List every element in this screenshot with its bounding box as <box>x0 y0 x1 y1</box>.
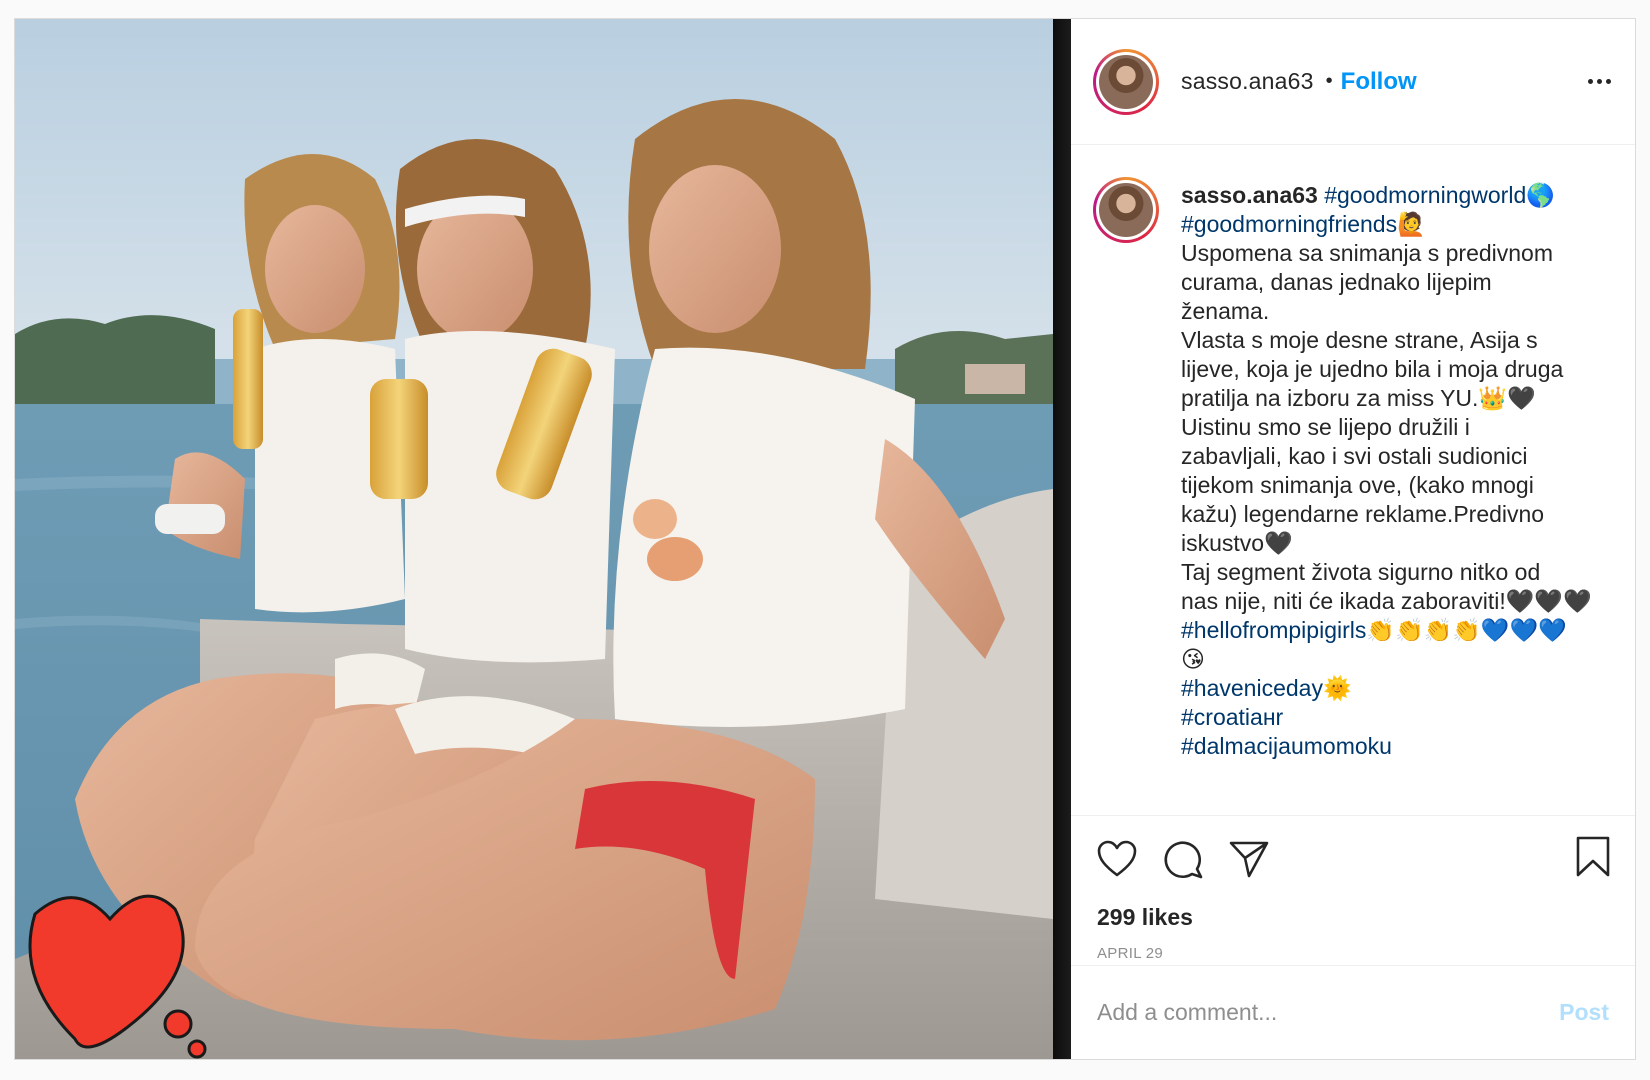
paper-plane-icon[interactable] <box>1229 837 1295 881</box>
post-date: APRIL 29 <box>1097 945 1164 962</box>
hashtag-link[interactable]: #goodmorningfriends🙋 <box>1181 211 1426 237</box>
caption-line: Uistinu smo se lijepo družili i <box>1181 413 1601 442</box>
caption-segment: pratilja na izboru za miss YU.👑🖤 <box>1181 385 1536 411</box>
caption-line: #haveniceday🌞 <box>1181 674 1601 703</box>
caption-segment: 😘 <box>1181 646 1205 672</box>
post-header: sasso.ana63 • Follow <box>1071 19 1635 145</box>
header-separator: • <box>1325 70 1333 92</box>
caption-line: #goodmorningfriends🙋 <box>1181 210 1601 239</box>
bookmark-icon[interactable] <box>1575 836 1611 883</box>
comments-area[interactable]: sasso.ana63 #goodmorningworld🌎 #goodmorni… <box>1071 145 1635 815</box>
caption-segment: kažu) legendarne reklame.Predivno <box>1181 501 1545 527</box>
more-options-icon[interactable] <box>1588 69 1611 94</box>
caption-line: ženama. <box>1181 297 1601 326</box>
avatar-ring <box>1096 180 1156 240</box>
hashtag-link[interactable]: #hellofrompipigirls <box>1181 617 1366 643</box>
more-dot <box>1588 79 1593 84</box>
follow-button[interactable]: Follow <box>1341 68 1417 96</box>
caption-segment: curama, danas jednako lijepim <box>1181 269 1492 295</box>
more-dot <box>1606 79 1611 84</box>
instagram-post: sasso.ana63 • Follow sasso.ana63 #goodmo… <box>14 18 1636 1060</box>
caption-line: tijekom snimanja ove, (kako mnogi <box>1181 471 1601 500</box>
comment-input[interactable] <box>1097 999 1560 1026</box>
caption-segment: tijekom snimanja ove, (kako mnogi <box>1181 472 1534 498</box>
likes-count[interactable]: 299 likes <box>1097 904 1611 931</box>
header-username[interactable]: sasso.ana63 <box>1181 68 1314 95</box>
caption: sasso.ana63 #goodmorningworld🌎 #goodmorni… <box>1093 177 1611 761</box>
caption-segment: Uistinu smo se lijepo družili i <box>1181 414 1470 440</box>
caption-text: sasso.ana63 #goodmorningworld🌎 #goodmorni… <box>1181 181 1601 761</box>
avatar-image <box>1099 183 1153 237</box>
post-side-panel: sasso.ana63 • Follow sasso.ana63 #goodmo… <box>1071 19 1635 1059</box>
action-bar: 299 likes APRIL 29 <box>1071 815 1635 965</box>
caption-segment: 👏👏👏👏💙💙💙 <box>1366 617 1567 643</box>
caption-line: pratilja na izboru za miss YU.👑🖤 <box>1181 384 1601 413</box>
avatar[interactable] <box>1093 48 1159 115</box>
caption-segment: Vlasta s moje desne strane, Asija s <box>1181 327 1538 353</box>
caption-segment: Taj segment života sigurno nitko od <box>1181 559 1541 585</box>
hashtag-link[interactable]: #croatiaнr <box>1181 704 1283 730</box>
hashtag-link[interactable]: #dalmacijaumomoku <box>1181 733 1392 759</box>
more-dot <box>1597 79 1602 84</box>
post-photo[interactable] <box>15 19 1053 1059</box>
caption-line: lijeve, koja je ujedno bila i moja druga <box>1181 355 1601 384</box>
caption-segment: iskustvo🖤 <box>1181 530 1293 556</box>
comment-bubble-icon[interactable] <box>1163 837 1229 881</box>
caption-line: #dalmacijaumomoku <box>1181 732 1601 761</box>
avatar-image <box>1099 54 1153 109</box>
caption-segment: lijeve, koja je ujedno bila i moja druga <box>1181 356 1564 382</box>
caption-segment: ženama. <box>1181 298 1270 324</box>
caption-line: #croatiaнr <box>1181 703 1601 732</box>
caption-line: 😘 <box>1181 645 1601 674</box>
caption-line: #hellofrompipigirls👏👏👏👏💙💙💙 <box>1181 616 1601 645</box>
caption-segment: nas nije, niti će ikada zaboraviti!🖤🖤🖤 <box>1181 588 1592 614</box>
caption-avatar[interactable] <box>1093 177 1159 243</box>
comment-box: Post <box>1071 965 1635 1059</box>
caption-line: iskustvo🖤 <box>1181 529 1601 558</box>
caption-line: curama, danas jednako lijepim <box>1181 268 1601 297</box>
hashtag-link[interactable]: #goodmorningworld🌎 <box>1324 182 1555 208</box>
photo-of-three-women <box>15 19 1053 1059</box>
action-icons <box>1097 816 1611 902</box>
heart-outline-icon[interactable] <box>1097 837 1163 881</box>
caption-line: nas nije, niti će ikada zaboraviti!🖤🖤🖤 <box>1181 587 1601 616</box>
avatar-ring <box>1096 51 1156 112</box>
caption-line: kažu) legendarne reklame.Predivno <box>1181 500 1601 529</box>
caption-username[interactable]: sasso.ana63 <box>1181 182 1318 208</box>
caption-segment: zabavljali, kao i svi ostali sudionici <box>1181 443 1528 469</box>
hashtag-link[interactable]: #haveniceday🌞 <box>1181 675 1352 701</box>
photo-edge <box>1053 19 1071 1059</box>
caption-line: zabavljali, kao i svi ostali sudionici <box>1181 442 1601 471</box>
caption-line: Taj segment života sigurno nitko od <box>1181 558 1601 587</box>
caption-line: Vlasta s moje desne strane, Asija s <box>1181 326 1601 355</box>
post-comment-button[interactable]: Post <box>1559 999 1609 1026</box>
caption-line: Uspomena sa snimanja s predivnom <box>1181 239 1601 268</box>
caption-segment: Uspomena sa snimanja s predivnom <box>1181 240 1554 266</box>
